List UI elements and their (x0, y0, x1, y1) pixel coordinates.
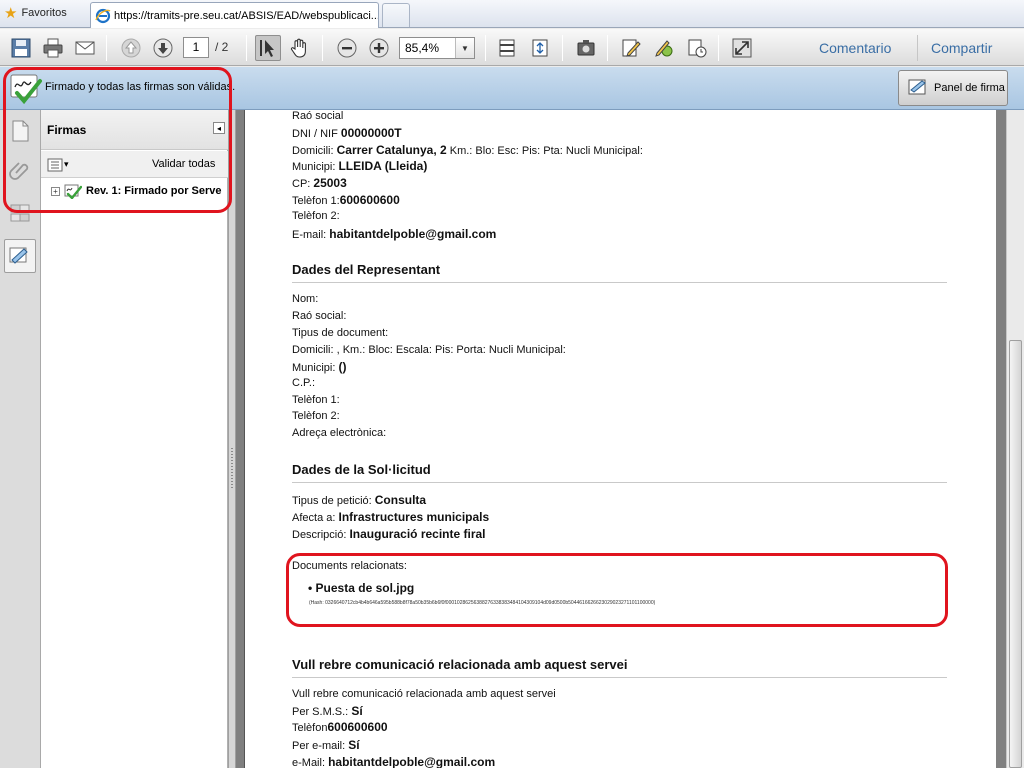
collapse-panel-icon[interactable]: ◂ (213, 122, 225, 134)
browser-tab[interactable]: https://tramits-pre.seu.cat/ABSIS/EAD/we… (90, 2, 379, 28)
page-number-input[interactable]: 1 (183, 37, 209, 58)
telefon2-line: Telèfon 2: (292, 210, 340, 222)
communication-intro: Vull rebre comunicació relacionada amb a… (292, 688, 556, 700)
per-email-line: Per e-mail: Sí (292, 738, 360, 752)
cp-line: CP: 25003 (292, 176, 347, 190)
rep-nom: Nom: (292, 293, 319, 305)
representative-heading: Dades del Representant (292, 262, 947, 283)
favorites-button[interactable]: ★ Favoritos (4, 3, 67, 23)
rep-telefon2: Telèfon 2: (292, 410, 340, 422)
pdf-page: Raó social DNI / NIF 00000000T Domicili:… (244, 110, 996, 768)
valid-signature-icon (64, 184, 82, 199)
signature-revision-item[interactable]: + Rev. 1: Firmado por Serve (51, 183, 222, 199)
telefon-line: Telèfon600600600 (292, 720, 388, 734)
signature-status-bar: Firmado y todas las firmas son válidas. … (0, 67, 1024, 110)
layers-icon[interactable] (4, 196, 36, 230)
signatures-panel-header: Firmas ◂ (41, 110, 228, 150)
signature-status-text: Firmado y todas las firmas son válidas. (45, 81, 236, 93)
save-icon[interactable] (8, 35, 34, 61)
next-page-icon[interactable] (150, 35, 176, 61)
options-menu-icon[interactable]: ▾ (47, 157, 73, 172)
rao-social-label: Raó social (292, 110, 344, 122)
document-viewport: Raó social DNI / NIF 00000000T Domicili:… (236, 110, 1006, 768)
email-icon[interactable] (72, 35, 98, 61)
rep-rao-social: Raó social: (292, 310, 347, 322)
email-line: E-mail: habitantdelpoble@gmail.com (292, 227, 497, 241)
browser-tab-strip: ★ Favoritos https://tramits-pre.seu.cat/… (0, 0, 1024, 28)
telefon1-line: Telèfon 1:600600600 (292, 193, 400, 207)
timestamp-icon[interactable] (684, 35, 710, 61)
expand-icon[interactable]: + (51, 186, 60, 196)
rep-domicili: Domicili: , Km.: Bloc: Escala: Pis: Port… (292, 344, 566, 356)
sms-line: Per S.M.S.: Sí (292, 704, 363, 718)
share-button[interactable]: Compartir (931, 40, 992, 56)
rep-municipi: Municipi: () (292, 360, 347, 374)
signatures-options-bar: ▾ Validar todas (41, 151, 228, 178)
select-tool-icon[interactable] (255, 35, 281, 61)
descripcio-line: Descripció: Inauguració recinte firal (292, 527, 486, 541)
signature-panel-button[interactable]: Panel de firma (898, 70, 1008, 106)
new-tab-button[interactable] (382, 3, 410, 27)
request-heading: Dades de la Sol·licitud (292, 462, 947, 483)
previous-page-icon[interactable] (118, 35, 144, 61)
document-hash: (Hash: 0326640712cb4b4b646a595b588b8f78a… (309, 600, 656, 606)
signatures-panel: Firmas ◂ ▾ Validar todas + Rev. 1: Firma… (41, 110, 228, 768)
favorites-label: Favoritos (21, 7, 67, 19)
municipi-line: Municipi: LLEIDA (Lleida) (292, 159, 428, 173)
print-icon[interactable] (40, 35, 66, 61)
hand-tool-icon[interactable] (287, 35, 313, 61)
star-icon: ★ (4, 4, 18, 22)
sign-document-icon[interactable] (618, 35, 644, 61)
certify-icon[interactable] (651, 35, 677, 61)
internet-explorer-icon (95, 8, 111, 23)
signature-panel-label: Panel de firma (934, 82, 1005, 94)
signature-valid-icon (10, 74, 42, 105)
fit-width-icon[interactable] (494, 35, 520, 61)
documents-label: Documents relacionats: (292, 560, 407, 572)
tab-url: https://tramits-pre.seu.cat/ABSIS/EAD/we… (114, 9, 379, 22)
rep-tipus-document: Tipus de document: (292, 327, 389, 339)
dni-line: DNI / NIF 00000000T (292, 126, 402, 140)
chevron-down-icon[interactable]: ▼ (455, 38, 474, 58)
validate-all-button[interactable]: Validar todas (152, 158, 215, 170)
pdf-toolbar: 1 / 2 85,4% ▼ Comentario Compartir (0, 29, 1024, 66)
afecta-line: Afecta a: Infrastructures municipals (292, 510, 490, 524)
page-total: / 2 (215, 40, 229, 54)
revision-label: Rev. 1: Firmado por Serve (86, 185, 222, 197)
scrollbar-thumb[interactable] (1009, 340, 1022, 768)
attached-document-link[interactable]: • Puesta de sol.jpg (308, 581, 414, 595)
signatures-pane-icon[interactable] (4, 239, 36, 273)
domicili-line: Domicili: Carrer Catalunya, 2 Km.: Blo: … (292, 143, 643, 157)
page-thumbnails-icon[interactable] (4, 114, 36, 148)
fullscreen-icon[interactable] (729, 35, 755, 61)
signature-panel-icon (908, 79, 926, 95)
zoom-value: 85,4% (405, 41, 440, 55)
rep-telefon1: Telèfon 1: (292, 394, 340, 406)
attachments-icon[interactable] (4, 154, 36, 188)
zoom-level-select[interactable]: 85,4% ▼ (399, 37, 475, 59)
signatures-panel-title: Firmas (47, 123, 87, 137)
snapshot-icon[interactable] (573, 35, 599, 61)
navigation-pane-strip (0, 110, 41, 768)
comment-button[interactable]: Comentario (819, 40, 891, 56)
zoom-out-icon[interactable] (334, 35, 360, 61)
fit-page-icon[interactable] (527, 35, 553, 61)
zoom-in-icon[interactable] (366, 35, 392, 61)
email-address-line: e-Mail: habitantdelpoble@gmail.com (292, 755, 496, 768)
rep-cp: C.P.: (292, 377, 316, 389)
tipus-peticio-line: Tipus de petició: Consulta (292, 493, 427, 507)
panel-splitter[interactable] (228, 110, 236, 768)
rep-adreca: Adreça electrònica: (292, 427, 387, 439)
communication-heading: Vull rebre comunicació relacionada amb a… (292, 657, 947, 678)
vertical-scrollbar[interactable] (1006, 110, 1024, 768)
